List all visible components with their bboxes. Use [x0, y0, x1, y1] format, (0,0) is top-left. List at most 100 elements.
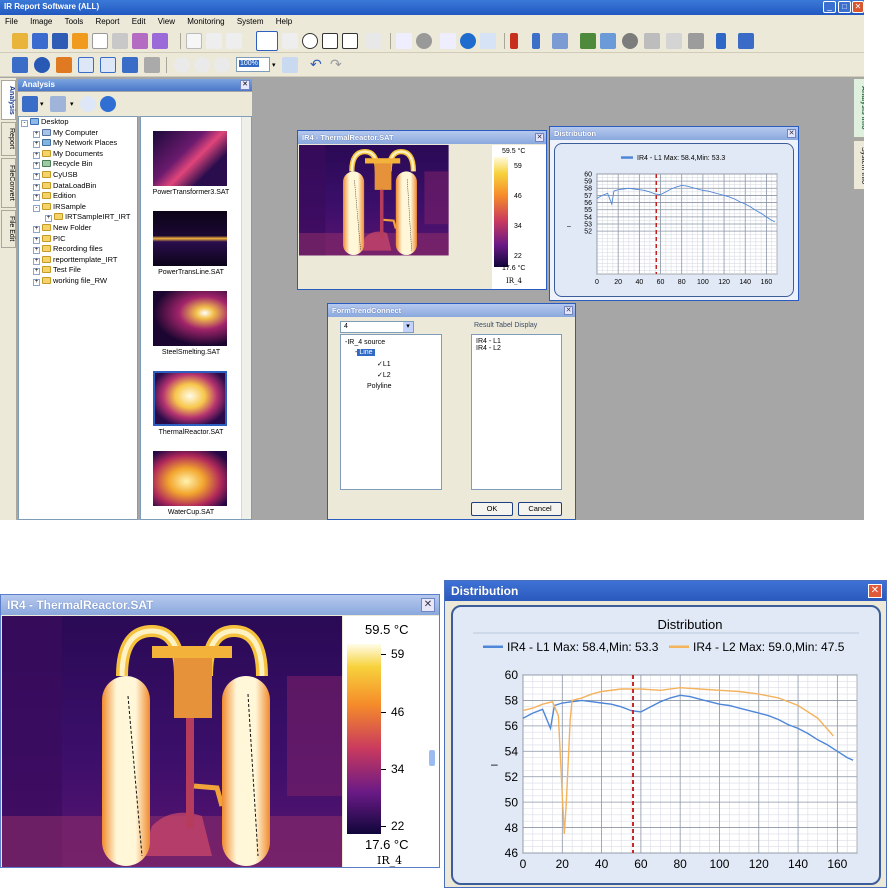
- tree-item-line[interactable]: -Line: [355, 349, 375, 356]
- list-item[interactable]: IR4 - L1: [476, 338, 557, 345]
- chevron-down-icon[interactable]: ▾: [70, 100, 74, 108]
- close-icon[interactable]: ✕: [535, 133, 544, 142]
- rectangle-tool-icon[interactable]: [322, 33, 338, 49]
- open-folder-icon[interactable]: [12, 33, 28, 49]
- zoom-out-icon[interactable]: [194, 57, 210, 73]
- menu-file[interactable]: File: [0, 15, 23, 28]
- tree-item[interactable]: + My Network Places: [19, 138, 137, 149]
- close-button[interactable]: ✕: [852, 1, 864, 13]
- thermometer-icon[interactable]: [510, 33, 518, 49]
- tree-item-polyline[interactable]: Polyline: [367, 383, 392, 390]
- new-document-icon[interactable]: [92, 33, 108, 49]
- thermal-window-titlebar[interactable]: IR4 - ThermalReactor.SAT: [1, 595, 439, 615]
- menu-system[interactable]: System: [232, 15, 269, 28]
- undo-icon[interactable]: ↶: [310, 57, 326, 73]
- thumbnail-image[interactable]: [153, 131, 227, 186]
- zoom-fit-icon[interactable]: [214, 57, 230, 73]
- expand-icon[interactable]: +: [33, 130, 40, 138]
- tree-item[interactable]: - IRSample: [19, 202, 137, 213]
- tree-item[interactable]: + IRTSampleIRT_IRT: [19, 212, 137, 223]
- tree-item[interactable]: + My Computer: [19, 128, 137, 139]
- landscape-icon[interactable]: [580, 33, 596, 49]
- distribution-window-titlebar[interactable]: Distribution: [445, 581, 886, 601]
- thermometer-blue-icon[interactable]: [532, 33, 540, 49]
- thermal-window-titlebar[interactable]: IR4 - ThermalReactor.SAT: [298, 131, 546, 144]
- close-icon[interactable]: ✕: [787, 129, 796, 138]
- list-icon[interactable]: [78, 57, 94, 73]
- tree-item[interactable]: + PIC: [19, 234, 137, 245]
- menu-image[interactable]: Image: [25, 15, 57, 28]
- thumbnail-image[interactable]: [153, 451, 227, 506]
- tree-item[interactable]: + My Documents: [19, 149, 137, 160]
- tree-item[interactable]: - Desktop: [19, 117, 137, 128]
- tree-item-l1[interactable]: ✓L1: [377, 360, 391, 368]
- image-view-icon[interactable]: [600, 33, 616, 49]
- splitter-handle[interactable]: [429, 750, 435, 766]
- tab-analysis-info[interactable]: Analysis Info: [853, 78, 864, 138]
- tab-report[interactable]: Report: [1, 122, 16, 156]
- close-icon[interactable]: ✕: [868, 584, 882, 598]
- thermal-image-large[interactable]: [2, 616, 342, 867]
- sphere-icon[interactable]: [416, 33, 432, 49]
- chevron-down-icon[interactable]: ▾: [403, 322, 413, 332]
- target-icon[interactable]: [460, 33, 476, 49]
- distribution-window-titlebar[interactable]: Distribution: [550, 127, 798, 140]
- tab-fileconvert[interactable]: FileConvert: [1, 158, 16, 208]
- thumbnail-image[interactable]: [153, 211, 227, 266]
- tree-item[interactable]: + CyUSB: [19, 170, 137, 181]
- tab-file-edit[interactable]: File Edit: [1, 210, 16, 248]
- close-icon[interactable]: ✕: [421, 598, 435, 612]
- cancel-button[interactable]: Cancel: [518, 502, 562, 516]
- usb-icon[interactable]: [716, 33, 726, 49]
- zoom-select[interactable]: 100%: [236, 57, 270, 72]
- record-icon[interactable]: [622, 33, 638, 49]
- zoom-region-icon[interactable]: [282, 57, 298, 73]
- network-icon[interactable]: [738, 33, 754, 49]
- tree-item[interactable]: + Edition: [19, 191, 137, 202]
- trend-chart-icon[interactable]: [396, 33, 412, 49]
- maximize-button[interactable]: □: [838, 1, 851, 13]
- tree-item[interactable]: + working file_RW: [19, 276, 137, 287]
- display-icon[interactable]: [122, 57, 138, 73]
- polygon-tool-icon[interactable]: [342, 33, 358, 49]
- tree-item[interactable]: + reporttemplate_IRT: [19, 255, 137, 266]
- expand-icon[interactable]: +: [33, 247, 40, 255]
- save-as-icon[interactable]: [52, 33, 68, 49]
- menu-edit[interactable]: Edit: [127, 15, 151, 28]
- ok-button[interactable]: OK: [471, 502, 513, 516]
- thermometer-scale-icon[interactable]: [552, 33, 568, 49]
- tree-item[interactable]: + Test File: [19, 265, 137, 276]
- cross-tool-icon[interactable]: [226, 33, 242, 49]
- minimize-button[interactable]: _: [823, 1, 836, 13]
- chevron-down-icon[interactable]: ▾: [40, 100, 44, 108]
- expand-icon[interactable]: +: [33, 278, 40, 286]
- expand-icon[interactable]: +: [33, 225, 40, 233]
- menu-view[interactable]: View: [153, 15, 180, 28]
- expand-icon[interactable]: +: [33, 268, 40, 276]
- play-icon[interactable]: [72, 33, 88, 49]
- eraser-icon[interactable]: [366, 33, 382, 49]
- tree-item[interactable]: + New Folder: [19, 223, 137, 234]
- thermal-image-small[interactable]: [299, 145, 491, 289]
- thumbnail-scrollbar[interactable]: [241, 117, 251, 519]
- expand-icon[interactable]: +: [45, 215, 52, 223]
- expand-icon[interactable]: +: [33, 141, 40, 149]
- palette-icon[interactable]: [12, 57, 28, 73]
- form-trend-titlebar[interactable]: FormTrendConnect: [328, 304, 575, 317]
- grid-select-icon[interactable]: [480, 33, 496, 49]
- redo-icon[interactable]: ↷: [330, 57, 346, 73]
- tab-system-info[interactable]: System Info: [853, 140, 864, 190]
- expand-icon[interactable]: +: [33, 183, 40, 191]
- distribution-chart-small[interactable]: IR4 - L1 Max: 58.4,Min: 53.3 0 20 40 60 80 100…: [555, 144, 793, 296]
- camera-icon[interactable]: [644, 33, 660, 49]
- menu-monitoring[interactable]: Monitoring: [182, 15, 229, 28]
- snapshot-icon[interactable]: [688, 33, 704, 49]
- tree-item[interactable]: + Recording files: [19, 244, 137, 255]
- expand-icon[interactable]: +: [33, 257, 40, 265]
- expand-icon[interactable]: +: [33, 236, 40, 244]
- source-select[interactable]: 4 ▾: [340, 321, 414, 333]
- menu-report[interactable]: Report: [91, 15, 125, 28]
- thumbnail-image-selected[interactable]: [153, 371, 227, 426]
- circle-tool-icon[interactable]: [302, 33, 318, 49]
- menu-tools[interactable]: Tools: [60, 15, 89, 28]
